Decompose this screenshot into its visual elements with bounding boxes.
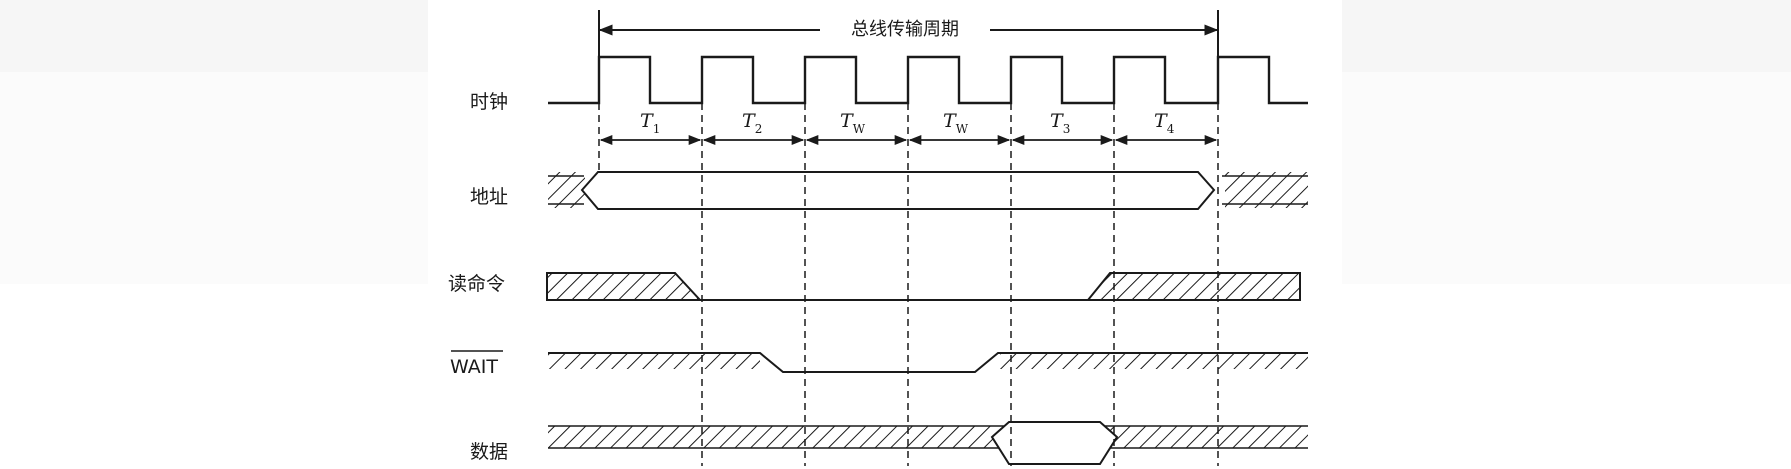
data-waveform (548, 421, 1308, 465)
signal-label-wait-group: WAIT (450, 350, 503, 378)
timing-diagram: 总线传输周期 时钟 地址 读命令 WAIT 数据 T1 T2 TW TW T3 … (448, 10, 1308, 466)
bus-cycle-span: 总线传输周期 (598, 10, 1219, 60)
signal-label-clock: 时钟 (470, 91, 508, 113)
period-label-tw-1: TW (840, 110, 866, 136)
clock-waveform (548, 55, 1308, 105)
signal-label-wait: WAIT (450, 356, 498, 378)
period-label-tw-2: TW (943, 110, 969, 136)
period-label-t2: T2 (742, 110, 762, 136)
period-label-t4: T4 (1154, 110, 1175, 136)
period-label-t1: T1 (640, 110, 660, 136)
read-command-waveform (546, 272, 1301, 301)
signal-label-read: 读命令 (448, 273, 505, 295)
signal-label-address: 地址 (470, 186, 508, 208)
period-label-t3: T3 (1050, 110, 1070, 136)
wait-waveform (548, 352, 1308, 373)
address-waveform (548, 171, 1308, 210)
bus-cycle-title: 总线传输周期 (851, 19, 959, 40)
signal-label-data: 数据 (470, 441, 508, 463)
